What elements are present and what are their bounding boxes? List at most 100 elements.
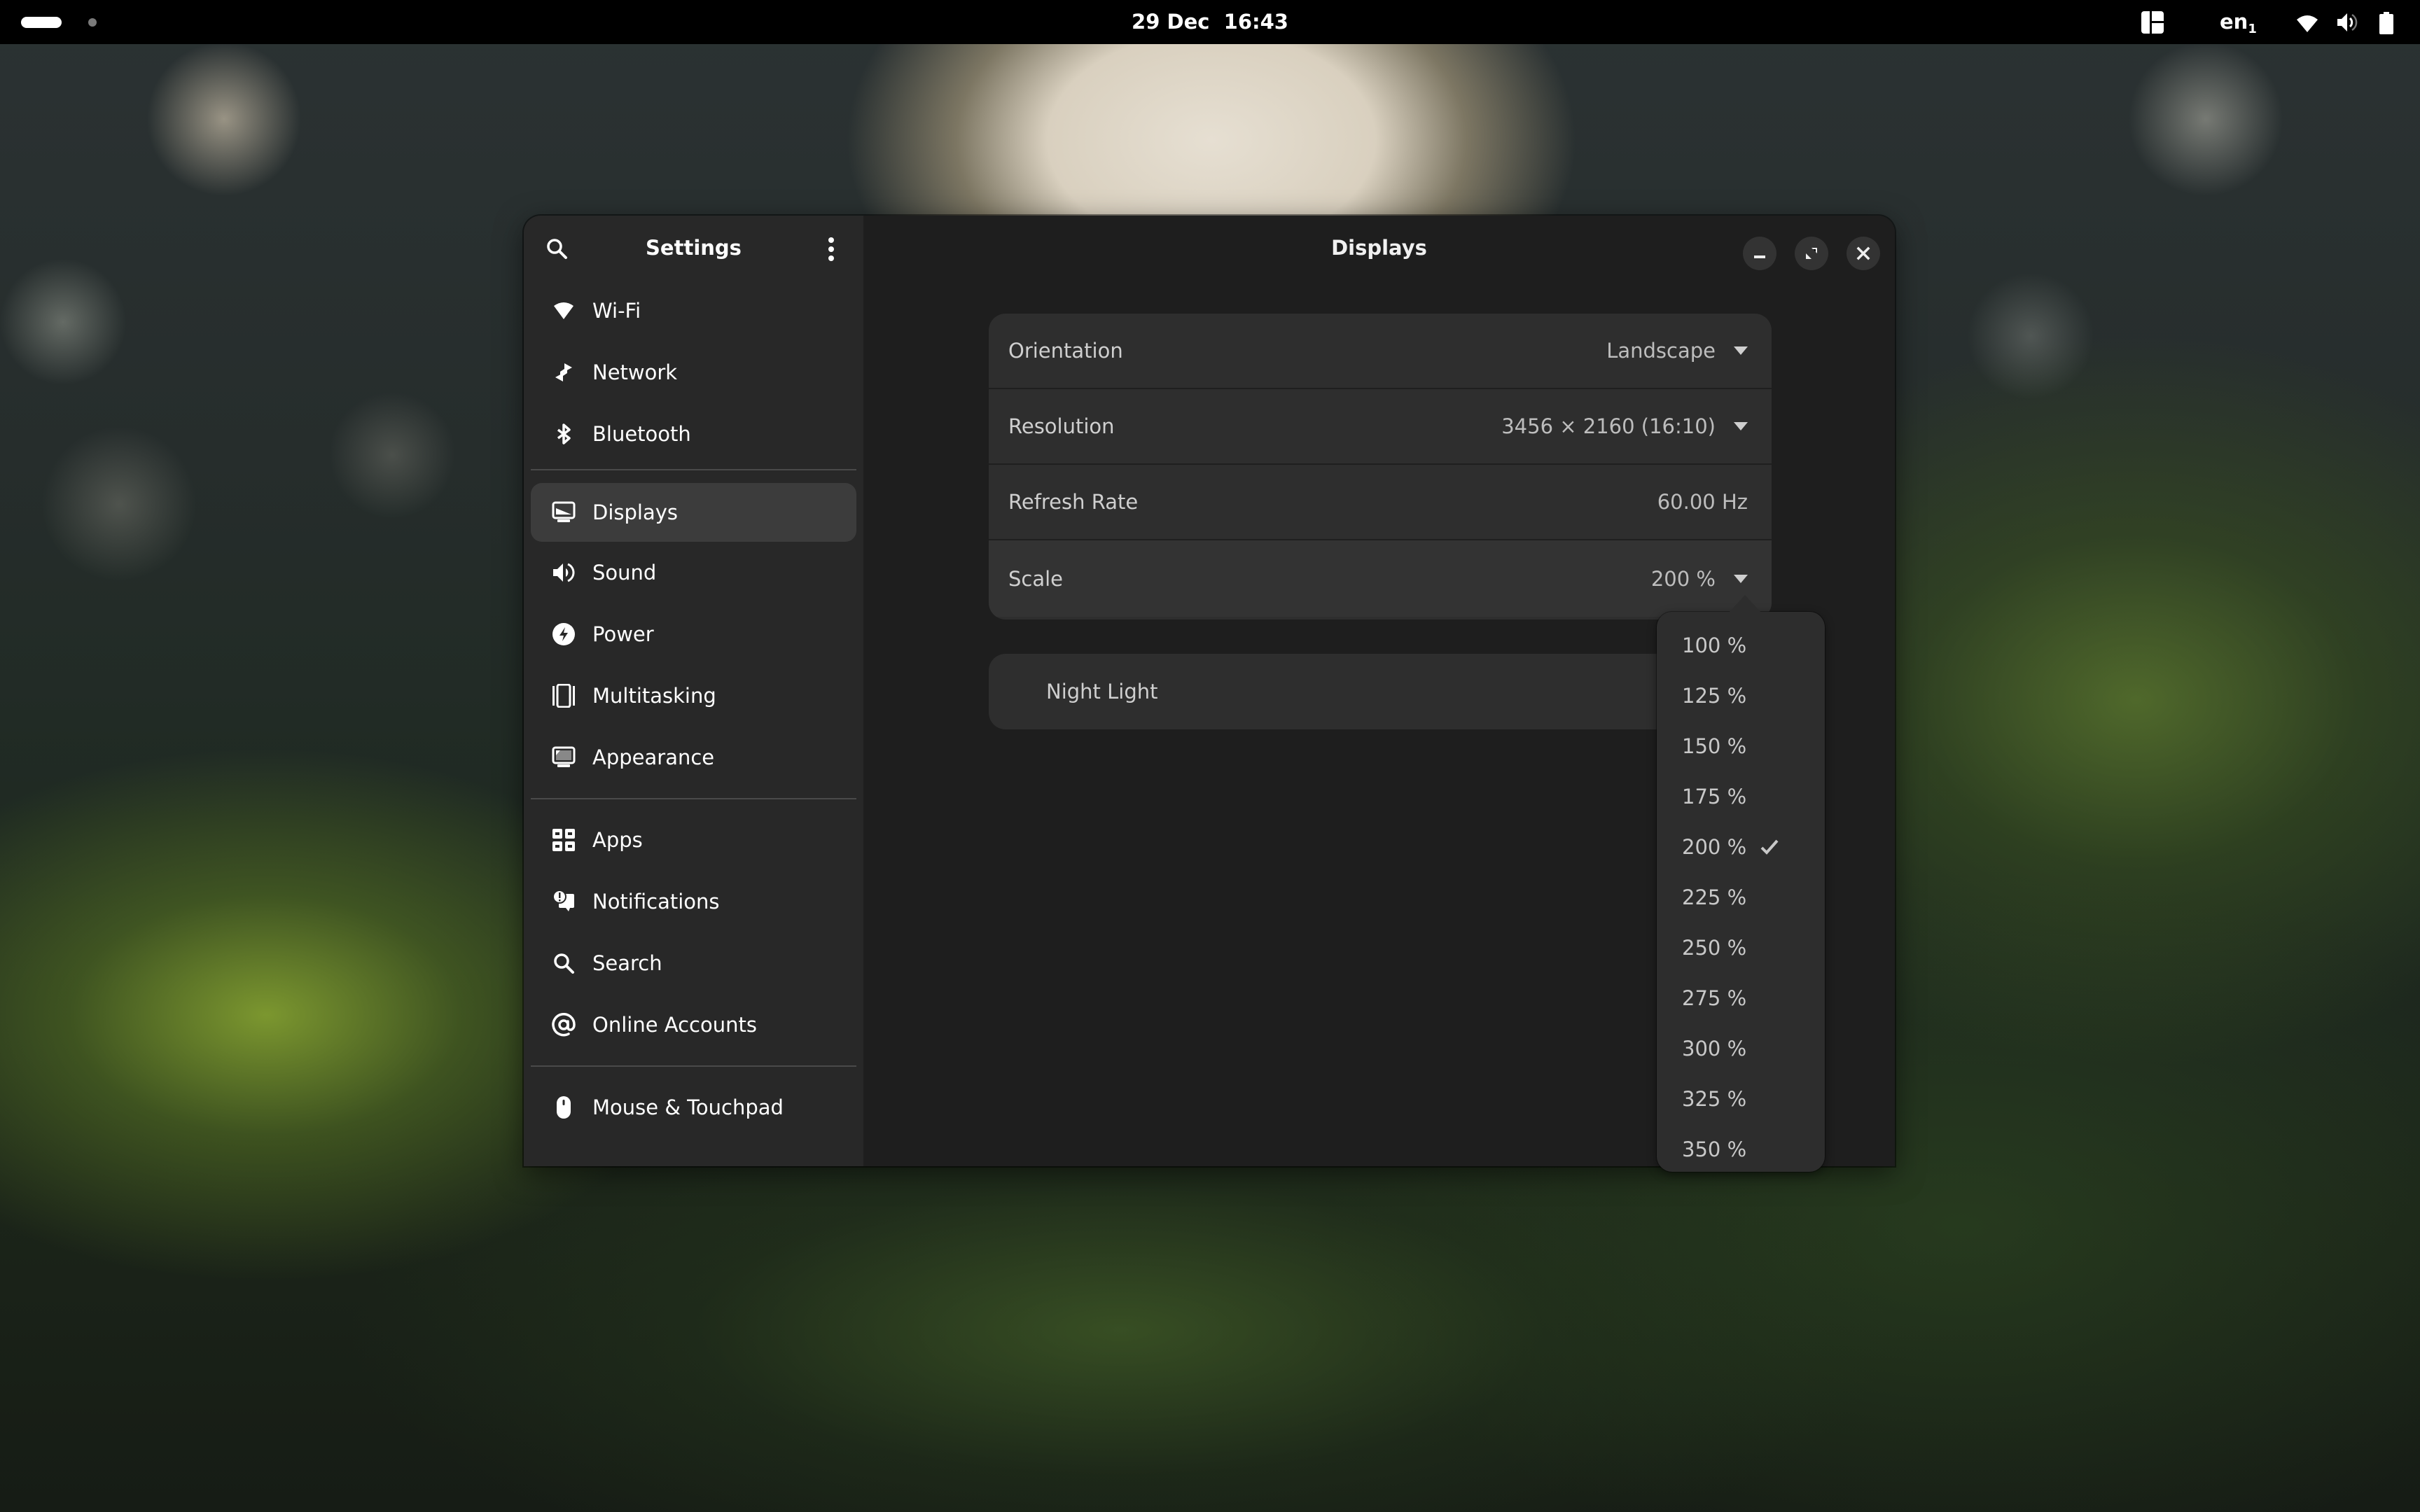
notifications-icon bbox=[552, 890, 576, 913]
bluetooth-icon bbox=[552, 422, 576, 446]
orientation-label: Orientation bbox=[1008, 339, 1123, 363]
power-icon bbox=[552, 622, 576, 646]
page-title: Displays bbox=[1331, 236, 1427, 260]
resolution-row[interactable]: Resolution 3456 × 2160 (16:10) bbox=[989, 389, 1772, 465]
time-label: 16:43 bbox=[1223, 10, 1288, 34]
sidebar-divider bbox=[531, 1065, 856, 1067]
clock-button[interactable]: 29 Dec 16:43 bbox=[1085, 0, 1335, 44]
speaker-icon bbox=[552, 561, 576, 584]
scale-option-label: 200 % bbox=[1682, 835, 1747, 859]
minimize-button[interactable] bbox=[1743, 237, 1776, 270]
sidebar-item-wifi[interactable]: Wi-Fi bbox=[531, 280, 856, 342]
scale-option-label: 275 % bbox=[1682, 986, 1747, 1010]
checkmark-icon bbox=[1760, 839, 1779, 855]
mouse-icon bbox=[552, 1096, 576, 1119]
sidebar-item-notifications[interactable]: Notifications bbox=[531, 871, 856, 932]
maximize-icon bbox=[1806, 248, 1817, 259]
scale-option[interactable]: 350 % bbox=[1657, 1124, 1825, 1175]
sidebar-item-label: Multitasking bbox=[592, 684, 716, 708]
scale-option[interactable]: 275 % bbox=[1657, 973, 1825, 1023]
scale-option-label: 300 % bbox=[1682, 1037, 1747, 1060]
refresh-rate-label: Refresh Rate bbox=[1008, 490, 1139, 514]
display-icon bbox=[552, 500, 576, 524]
night-light-row[interactable]: Night Light bbox=[989, 654, 1772, 729]
volume-icon[interactable] bbox=[2336, 12, 2358, 33]
date-label: 29 Dec bbox=[1132, 10, 1210, 34]
sidebar-item-network[interactable]: Network bbox=[531, 342, 856, 403]
scale-option-label: 325 % bbox=[1682, 1087, 1747, 1111]
activities-button[interactable] bbox=[20, 14, 97, 31]
refresh-rate-value: 60.00 Hz bbox=[1657, 490, 1748, 514]
scale-option[interactable]: 175 % bbox=[1657, 771, 1825, 822]
maximize-button[interactable] bbox=[1795, 237, 1828, 270]
workspace-indicator-inactive bbox=[88, 18, 97, 27]
sidebar-item-online-accounts[interactable]: Online Accounts bbox=[531, 994, 856, 1056]
sidebar-item-label: Search bbox=[592, 951, 662, 975]
sidebar-item-label: Online Accounts bbox=[592, 1013, 757, 1037]
network-icon bbox=[552, 360, 576, 384]
scale-option[interactable]: 250 % bbox=[1657, 923, 1825, 973]
workspace-indicator-active bbox=[21, 17, 62, 28]
sidebar-item-search[interactable]: Search bbox=[531, 932, 856, 994]
at-sign-icon bbox=[552, 1013, 576, 1037]
sidebar-item-bluetooth[interactable]: Bluetooth bbox=[531, 403, 856, 465]
sidebar-item-appearance[interactable]: Appearance bbox=[531, 727, 856, 788]
sidebar-item-power[interactable]: Power bbox=[531, 603, 856, 665]
resolution-label: Resolution bbox=[1008, 414, 1115, 438]
sidebar-item-label: Displays bbox=[592, 500, 679, 524]
sidebar-list: Wi-Fi Network Bluetooth Displays Sound P… bbox=[531, 280, 856, 1166]
top-bar: 29 Dec 16:43 en1 bbox=[0, 0, 2420, 44]
resolution-value: 3456 × 2160 (16:10) bbox=[1501, 414, 1716, 438]
scale-option-label: 350 % bbox=[1682, 1138, 1747, 1161]
minimize-icon bbox=[1754, 255, 1765, 258]
sidebar-divider bbox=[531, 798, 856, 799]
sidebar-item-multitasking[interactable]: Multitasking bbox=[531, 665, 856, 727]
keyboard-layout-indicator[interactable]: en1 bbox=[2220, 0, 2257, 51]
search-icon bbox=[552, 951, 576, 975]
wifi-icon[interactable] bbox=[2296, 14, 2318, 32]
sidebar-item-keyboard[interactable]: Keyboard bbox=[531, 1138, 856, 1166]
scale-label: Scale bbox=[1008, 566, 1064, 591]
close-button[interactable] bbox=[1847, 237, 1880, 270]
battery-icon[interactable] bbox=[2379, 12, 2393, 34]
scale-row[interactable]: Scale 200 % bbox=[989, 540, 1772, 617]
sidebar-header: Settings bbox=[524, 216, 863, 280]
scale-option[interactable]: 100 % bbox=[1657, 620, 1825, 671]
scale-options-list: 100 % 125 % 150 % 175 % 200 % 225 % 250 % 275 %… bbox=[1657, 620, 1825, 1175]
close-icon bbox=[1856, 246, 1870, 260]
scale-option[interactable]: 200 % bbox=[1657, 822, 1825, 872]
content-header: Displays bbox=[863, 216, 1895, 280]
scale-value: 200 % bbox=[1650, 566, 1716, 591]
scale-option[interactable]: 325 % bbox=[1657, 1074, 1825, 1124]
multitasking-icon bbox=[552, 684, 576, 708]
moon-icon bbox=[1011, 681, 1024, 703]
night-light-label: Night Light bbox=[1046, 680, 1158, 704]
sidebar-item-label: Power bbox=[592, 622, 654, 646]
sidebar-title: Settings bbox=[646, 236, 742, 260]
sidebar-item-label: Appearance bbox=[592, 746, 715, 769]
sidebar-item-sound[interactable]: Sound bbox=[531, 542, 856, 603]
system-tray[interactable]: en1 bbox=[2101, 0, 2420, 44]
tiling-icon[interactable] bbox=[2141, 11, 2164, 34]
apps-grid-icon bbox=[552, 828, 576, 852]
orientation-row[interactable]: Orientation Landscape bbox=[989, 314, 1772, 389]
sidebar-item-label: Notifications bbox=[592, 890, 720, 913]
sidebar-item-mouse-touchpad[interactable]: Mouse & Touchpad bbox=[531, 1077, 856, 1138]
scale-option[interactable]: 150 % bbox=[1657, 721, 1825, 771]
scale-option-label: 150 % bbox=[1682, 734, 1747, 758]
sidebar-item-label: Wi-Fi bbox=[592, 299, 641, 323]
keyboard-layout-index: 1 bbox=[2248, 22, 2257, 36]
sidebar: Settings Wi-Fi Network Bluetooth Display… bbox=[524, 216, 863, 1166]
sidebar-item-apps[interactable]: Apps bbox=[531, 809, 856, 871]
popover-arrow bbox=[1728, 595, 1762, 613]
sidebar-item-label: Apps bbox=[592, 828, 643, 852]
kebab-menu-icon[interactable] bbox=[826, 237, 836, 262]
scale-option-label: 225 % bbox=[1682, 886, 1747, 909]
dropdown-arrow-icon bbox=[1734, 574, 1748, 583]
scale-dropdown-popover: 100 % 125 % 150 % 175 % 200 % 225 % 250 % 275 %… bbox=[1657, 595, 1825, 1175]
scale-option[interactable]: 125 % bbox=[1657, 671, 1825, 721]
sidebar-item-displays[interactable]: Displays bbox=[531, 483, 856, 542]
scale-option[interactable]: 225 % bbox=[1657, 872, 1825, 923]
scale-option-label: 175 % bbox=[1682, 785, 1747, 808]
scale-option[interactable]: 300 % bbox=[1657, 1023, 1825, 1074]
